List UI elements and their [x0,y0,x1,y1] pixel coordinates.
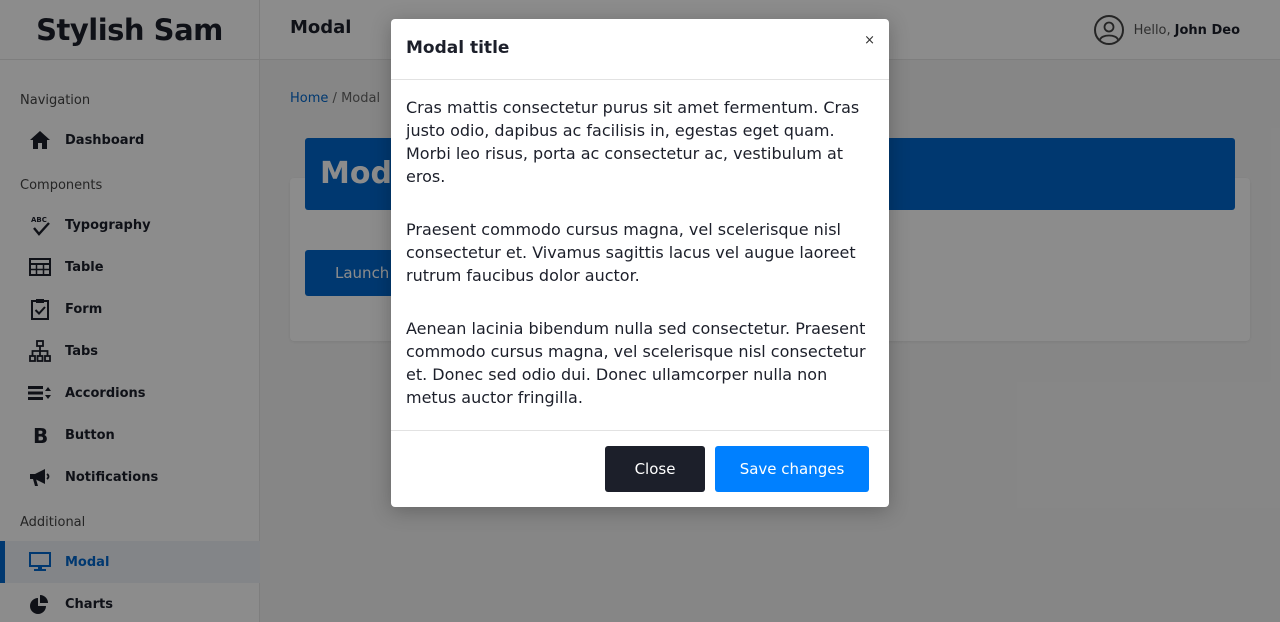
close-button[interactable]: Close [605,446,705,492]
modal-paragraph: Cras mattis consectetur purus sit amet f… [406,98,860,186]
modal-paragraph: Aenean lacinia bibendum nulla sed consec… [406,319,866,407]
modal-paragraph: Praesent commodo cursus magna, vel scele… [406,220,856,285]
modal-footer: Close Save changes [391,430,889,507]
modal-body: Cras mattis consectetur purus sit amet f… [406,96,876,439]
modal-header: Modal title × [391,19,889,80]
close-icon[interactable]: × [864,33,875,49]
modal-title: Modal title [406,38,510,58]
modal-dialog: Modal title × Cras mattis consectetur pu… [391,19,889,507]
save-changes-button[interactable]: Save changes [715,446,869,492]
